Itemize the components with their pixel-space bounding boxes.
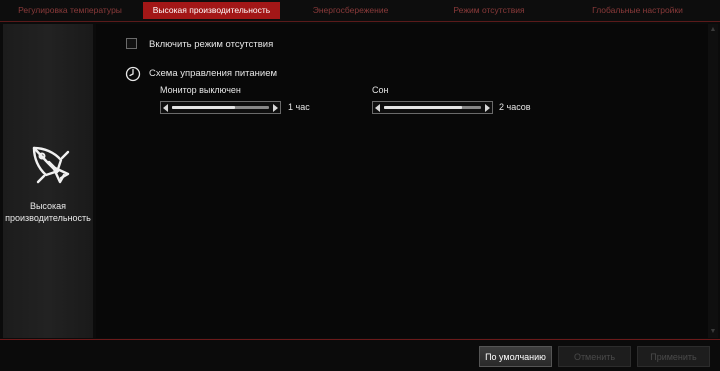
mode-panel: Высокая производительность [3,24,93,338]
default-button[interactable]: По умолчанию [479,346,552,367]
power-scheme-label: Схема управления питанием [149,68,278,79]
sleep-slider[interactable] [372,101,493,114]
increase-arrow-icon[interactable] [273,104,278,112]
decrease-arrow-icon[interactable] [163,104,168,112]
slider-track [172,106,269,109]
tab-divider [0,21,720,22]
tab-power-saving[interactable]: Энергосбережение [283,2,418,19]
scrollbar[interactable]: ▲ ▼ [708,24,718,338]
sleep-label: Сон [372,85,389,95]
away-mode-checkbox[interactable] [126,38,137,49]
tab-high-performance[interactable]: Высокая производительность [143,2,280,19]
slider-fill [384,106,462,109]
cancel-button[interactable]: Отменить [558,346,631,367]
tab-temperature[interactable]: Регулировка температуры [0,2,140,19]
tab-away-mode[interactable]: Режим отсутствия [421,2,557,19]
monitor-off-slider[interactable] [160,101,281,114]
tab-bar: Регулировка температуры Высокая производ… [0,0,720,22]
scroll-up-icon[interactable]: ▲ [709,26,717,34]
away-mode-label: Включить режим отсутствия [149,39,274,50]
decrease-arrow-icon[interactable] [375,104,380,112]
mode-label-line1: Высокая [29,201,67,211]
monitor-off-label: Монитор выключен [160,85,241,95]
monitor-off-value: 1 час [288,102,310,112]
slider-track [384,106,481,109]
increase-arrow-icon[interactable] [485,104,490,112]
slider-fill [172,106,236,109]
clock-icon [125,66,141,82]
scroll-down-icon[interactable]: ▼ [709,328,717,336]
apply-button[interactable]: Применить [637,346,710,367]
tab-global-settings[interactable]: Глобальные настройки [560,2,715,19]
mode-label: Высокая производительность [3,200,93,224]
footer-divider [0,339,720,340]
mode-label-line2: производительность [5,213,91,223]
sleep-value: 2 часов [499,102,531,112]
rocket-icon [32,146,70,184]
